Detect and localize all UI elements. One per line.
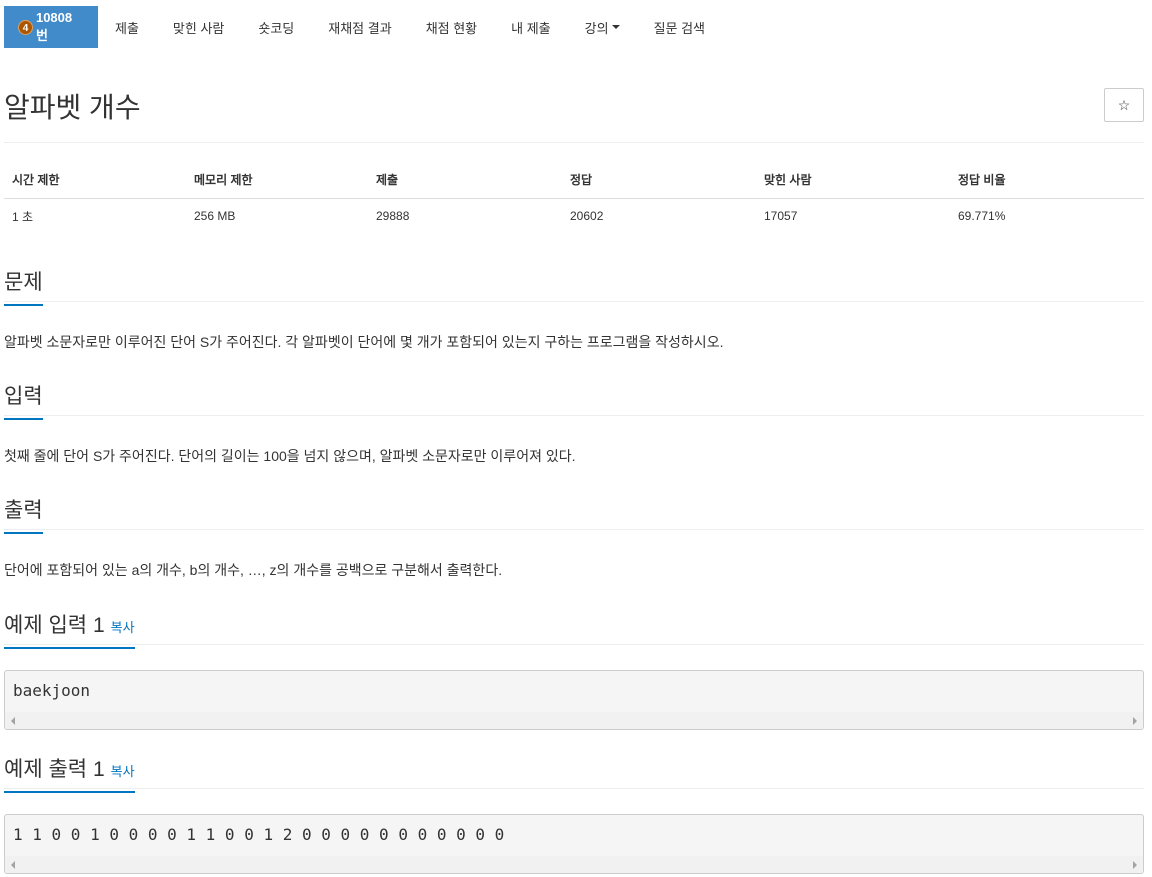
- nav-tab-short-coding[interactable]: 숏코딩: [241, 6, 311, 48]
- header-memory-limit: 메모리 제한: [186, 162, 368, 199]
- nav-tab-lectures[interactable]: 강의: [568, 6, 637, 48]
- problem-description: 알파벳 소문자로만 이루어진 단어 S가 주어진다. 각 알파벳이 단어에 몇 …: [4, 334, 724, 350]
- section-divider: [4, 415, 1144, 416]
- problem-section-header: 문제: [4, 266, 1144, 306]
- value-accept-ratio: 69.771%: [958, 209, 1006, 224]
- caret-down-icon: [611, 25, 620, 29]
- section-divider: [4, 644, 1144, 645]
- nav-tab-question-search[interactable]: 질문 검색: [637, 6, 722, 48]
- sample-input-heading: 예제 입력 1 복사: [4, 609, 135, 649]
- sample-input-box[interactable]: baekjoon: [4, 670, 1144, 730]
- stats-header-row: 시간 제한 메모리 제한 제출 정답 맞힌 사람 정답 비율: [4, 162, 1144, 199]
- sample-input-content: baekjoon: [13, 681, 91, 700]
- output-section-header: 출력: [4, 494, 1144, 534]
- nav-tab-solved-users[interactable]: 맞힌 사람: [156, 6, 241, 48]
- star-icon: ☆: [1117, 96, 1131, 113]
- scroll-left-arrow-icon[interactable]: [11, 861, 15, 869]
- nav-tab-rejudge-results[interactable]: 재채점 결과: [311, 6, 408, 48]
- header-time-limit: 시간 제한: [4, 162, 186, 199]
- nav-tab-problem[interactable]: 4 10808번: [4, 6, 98, 48]
- sample-input-title: 예제 입력 1: [4, 614, 105, 637]
- sample-output-content: 1 1 0 0 1 0 0 0 0 1 1 0 0 1 2 0 0 0 0 0 …: [13, 825, 505, 844]
- scroll-left-arrow-icon[interactable]: [11, 717, 15, 725]
- problem-number-label: 10808번: [35, 10, 73, 43]
- sample-output-box[interactable]: 1 1 0 0 1 0 0 0 0 1 1 0 0 1 2 0 0 0 0 0 …: [4, 814, 1144, 874]
- section-divider: [4, 529, 1144, 530]
- value-time-limit: 1 초: [12, 209, 34, 224]
- horizontal-scrollbar[interactable]: [5, 712, 1143, 729]
- section-divider: [4, 788, 1144, 789]
- scroll-right-arrow-icon[interactable]: [1133, 861, 1137, 869]
- value-solved-users: 17057: [764, 209, 798, 224]
- nav-tab-judge-status[interactable]: 채점 현황: [409, 6, 494, 48]
- value-accepted: 20602: [570, 209, 604, 224]
- horizontal-scrollbar[interactable]: [5, 856, 1143, 873]
- input-description: 첫째 줄에 단어 S가 주어진다. 단어의 길이는 100을 넘지 않으며, 알…: [4, 448, 576, 464]
- input-heading: 입력: [4, 380, 43, 420]
- tier-badge-icon: 4: [18, 19, 33, 35]
- scroll-right-arrow-icon[interactable]: [1133, 717, 1137, 725]
- stats-value-row: 1 초 256 MB 29888 20602 17057 69.771%: [4, 198, 1144, 234]
- sample-output-heading: 예제 출력 1 복사: [4, 753, 135, 793]
- favorite-star-button[interactable]: ☆: [1104, 88, 1144, 122]
- input-section-header: 입력: [4, 380, 1144, 420]
- nav-tab-submit[interactable]: 제출: [98, 6, 156, 48]
- sample-input-header: 예제 입력 1 복사: [4, 609, 1144, 649]
- output-description: 단어에 포함되어 있는 a의 개수, b의 개수, …, z의 개수를 공백으로…: [4, 562, 503, 578]
- nav-lectures-label: 강의: [584, 20, 609, 36]
- output-heading: 출력: [4, 494, 43, 534]
- problem-stats-table: 시간 제한 메모리 제한 제출 정답 맞힌 사람 정답 비율 1 초 256 M…: [4, 162, 1144, 234]
- header-submissions: 제출: [368, 162, 562, 199]
- sample-output-header: 예제 출력 1 복사: [4, 753, 1144, 793]
- section-divider: [4, 301, 1144, 302]
- value-submissions: 29888: [376, 209, 410, 224]
- copy-sample-output-link[interactable]: 복사: [111, 764, 135, 779]
- problem-nav: 4 10808번 제출 맞힌 사람 숏코딩 재채점 결과 채점 현황 내 제출 …: [4, 6, 722, 48]
- problem-heading: 문제: [4, 266, 43, 306]
- header-solved-users: 맞힌 사람: [756, 162, 950, 199]
- sample-output-title: 예제 출력 1: [4, 758, 105, 781]
- header-accept-ratio: 정답 비율: [950, 162, 1144, 199]
- value-memory-limit: 256 MB: [194, 209, 236, 224]
- title-divider: [4, 142, 1144, 143]
- page-title: 알파벳 개수: [4, 92, 141, 123]
- nav-tab-my-submissions[interactable]: 내 제출: [494, 6, 568, 48]
- header-accepted: 정답: [562, 162, 756, 199]
- copy-sample-input-link[interactable]: 복사: [111, 620, 135, 635]
